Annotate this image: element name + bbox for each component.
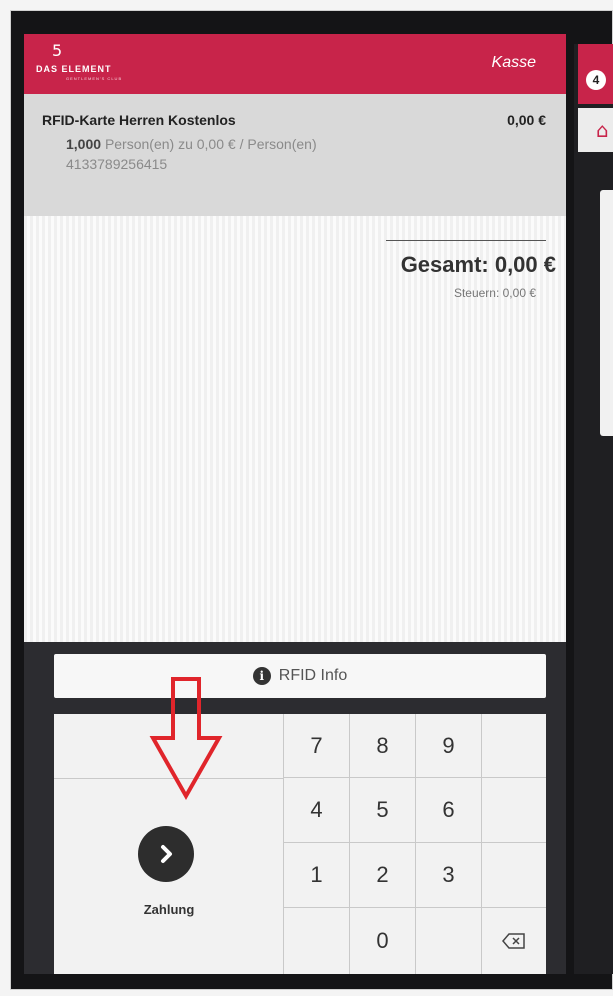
item-quantity: 1,000: [66, 136, 102, 152]
key-blank-3[interactable]: [482, 843, 546, 908]
backspace-key[interactable]: [482, 908, 546, 974]
side-content-panel: [600, 190, 613, 436]
key-1[interactable]: 1: [284, 843, 350, 908]
numeric-keypad: 7 8 9 4 5 6 1 2 3 0: [284, 714, 546, 974]
payment-label: Zahlung: [143, 902, 195, 917]
chevron-right-icon: [138, 826, 194, 882]
control-area: i RFID Info Zahlung 7 8 9 4 5 6 1 2 3 0: [24, 642, 566, 974]
backspace-icon: [502, 933, 525, 949]
key-7[interactable]: 7: [284, 714, 350, 778]
item-name: RFID-Karte Herren Kostenlos: [42, 112, 236, 128]
key-blank-4[interactable]: [284, 908, 350, 974]
side-header: 4: [578, 44, 613, 104]
header-bar: 5 DAS ELEMENT GENTLEMEN'S CLUB Kasse: [24, 34, 566, 94]
logo-subtext: GENTLEMEN'S CLUB: [66, 76, 123, 81]
annotation-arrow-icon: [149, 677, 223, 801]
info-icon: i: [252, 667, 271, 685]
page-title: Kasse: [491, 54, 536, 71]
key-4[interactable]: 4: [284, 778, 350, 843]
side-panel: 4 ⌂: [574, 44, 613, 974]
key-blank-2[interactable]: [482, 778, 546, 843]
item-unit-text: Person(en) zu 0,00 € / Person(en): [104, 136, 317, 152]
key-5[interactable]: 5: [350, 778, 416, 843]
rfid-info-label: RFID Info: [278, 667, 348, 684]
logo-text: DAS ELEMENT: [36, 64, 112, 74]
total-amount: Gesamt: 0,00 €: [400, 252, 556, 277]
key-9[interactable]: 9: [416, 714, 482, 778]
pos-panel: 5 DAS ELEMENT GENTLEMEN'S CLUB Kasse RFI…: [24, 34, 566, 974]
key-0[interactable]: 0: [350, 908, 416, 974]
totals-divider: [386, 240, 546, 241]
receipt-area: RFID-Karte Herren Kostenlos 0,00 € 1,000…: [24, 94, 566, 642]
keypad-panel: Zahlung 7 8 9 4 5 6 1 2 3 0: [54, 714, 546, 974]
tax-amount: Steuern: 0,00 €: [453, 286, 536, 300]
rfid-info-button[interactable]: i RFID Info: [54, 654, 546, 698]
key-2[interactable]: 2: [350, 843, 416, 908]
key-3[interactable]: 3: [416, 843, 482, 908]
key-8[interactable]: 8: [350, 714, 416, 778]
item-price: 0,00 €: [507, 112, 546, 128]
key-6[interactable]: 6: [416, 778, 482, 843]
item-code: 4133789256415: [66, 156, 168, 172]
logo-mark: 5: [52, 41, 63, 60]
receipt-line-item[interactable]: RFID-Karte Herren Kostenlos 0,00 € 1,000…: [24, 94, 566, 216]
count-badge: 4: [586, 70, 606, 90]
key-blank-5[interactable]: [416, 908, 482, 974]
home-button[interactable]: ⌂: [578, 108, 613, 152]
home-icon: ⌂: [596, 118, 609, 142]
key-blank-1[interactable]: [482, 714, 546, 778]
item-detail: 1,000 Person(en) zu 0,00 € / Person(en): [66, 136, 317, 152]
